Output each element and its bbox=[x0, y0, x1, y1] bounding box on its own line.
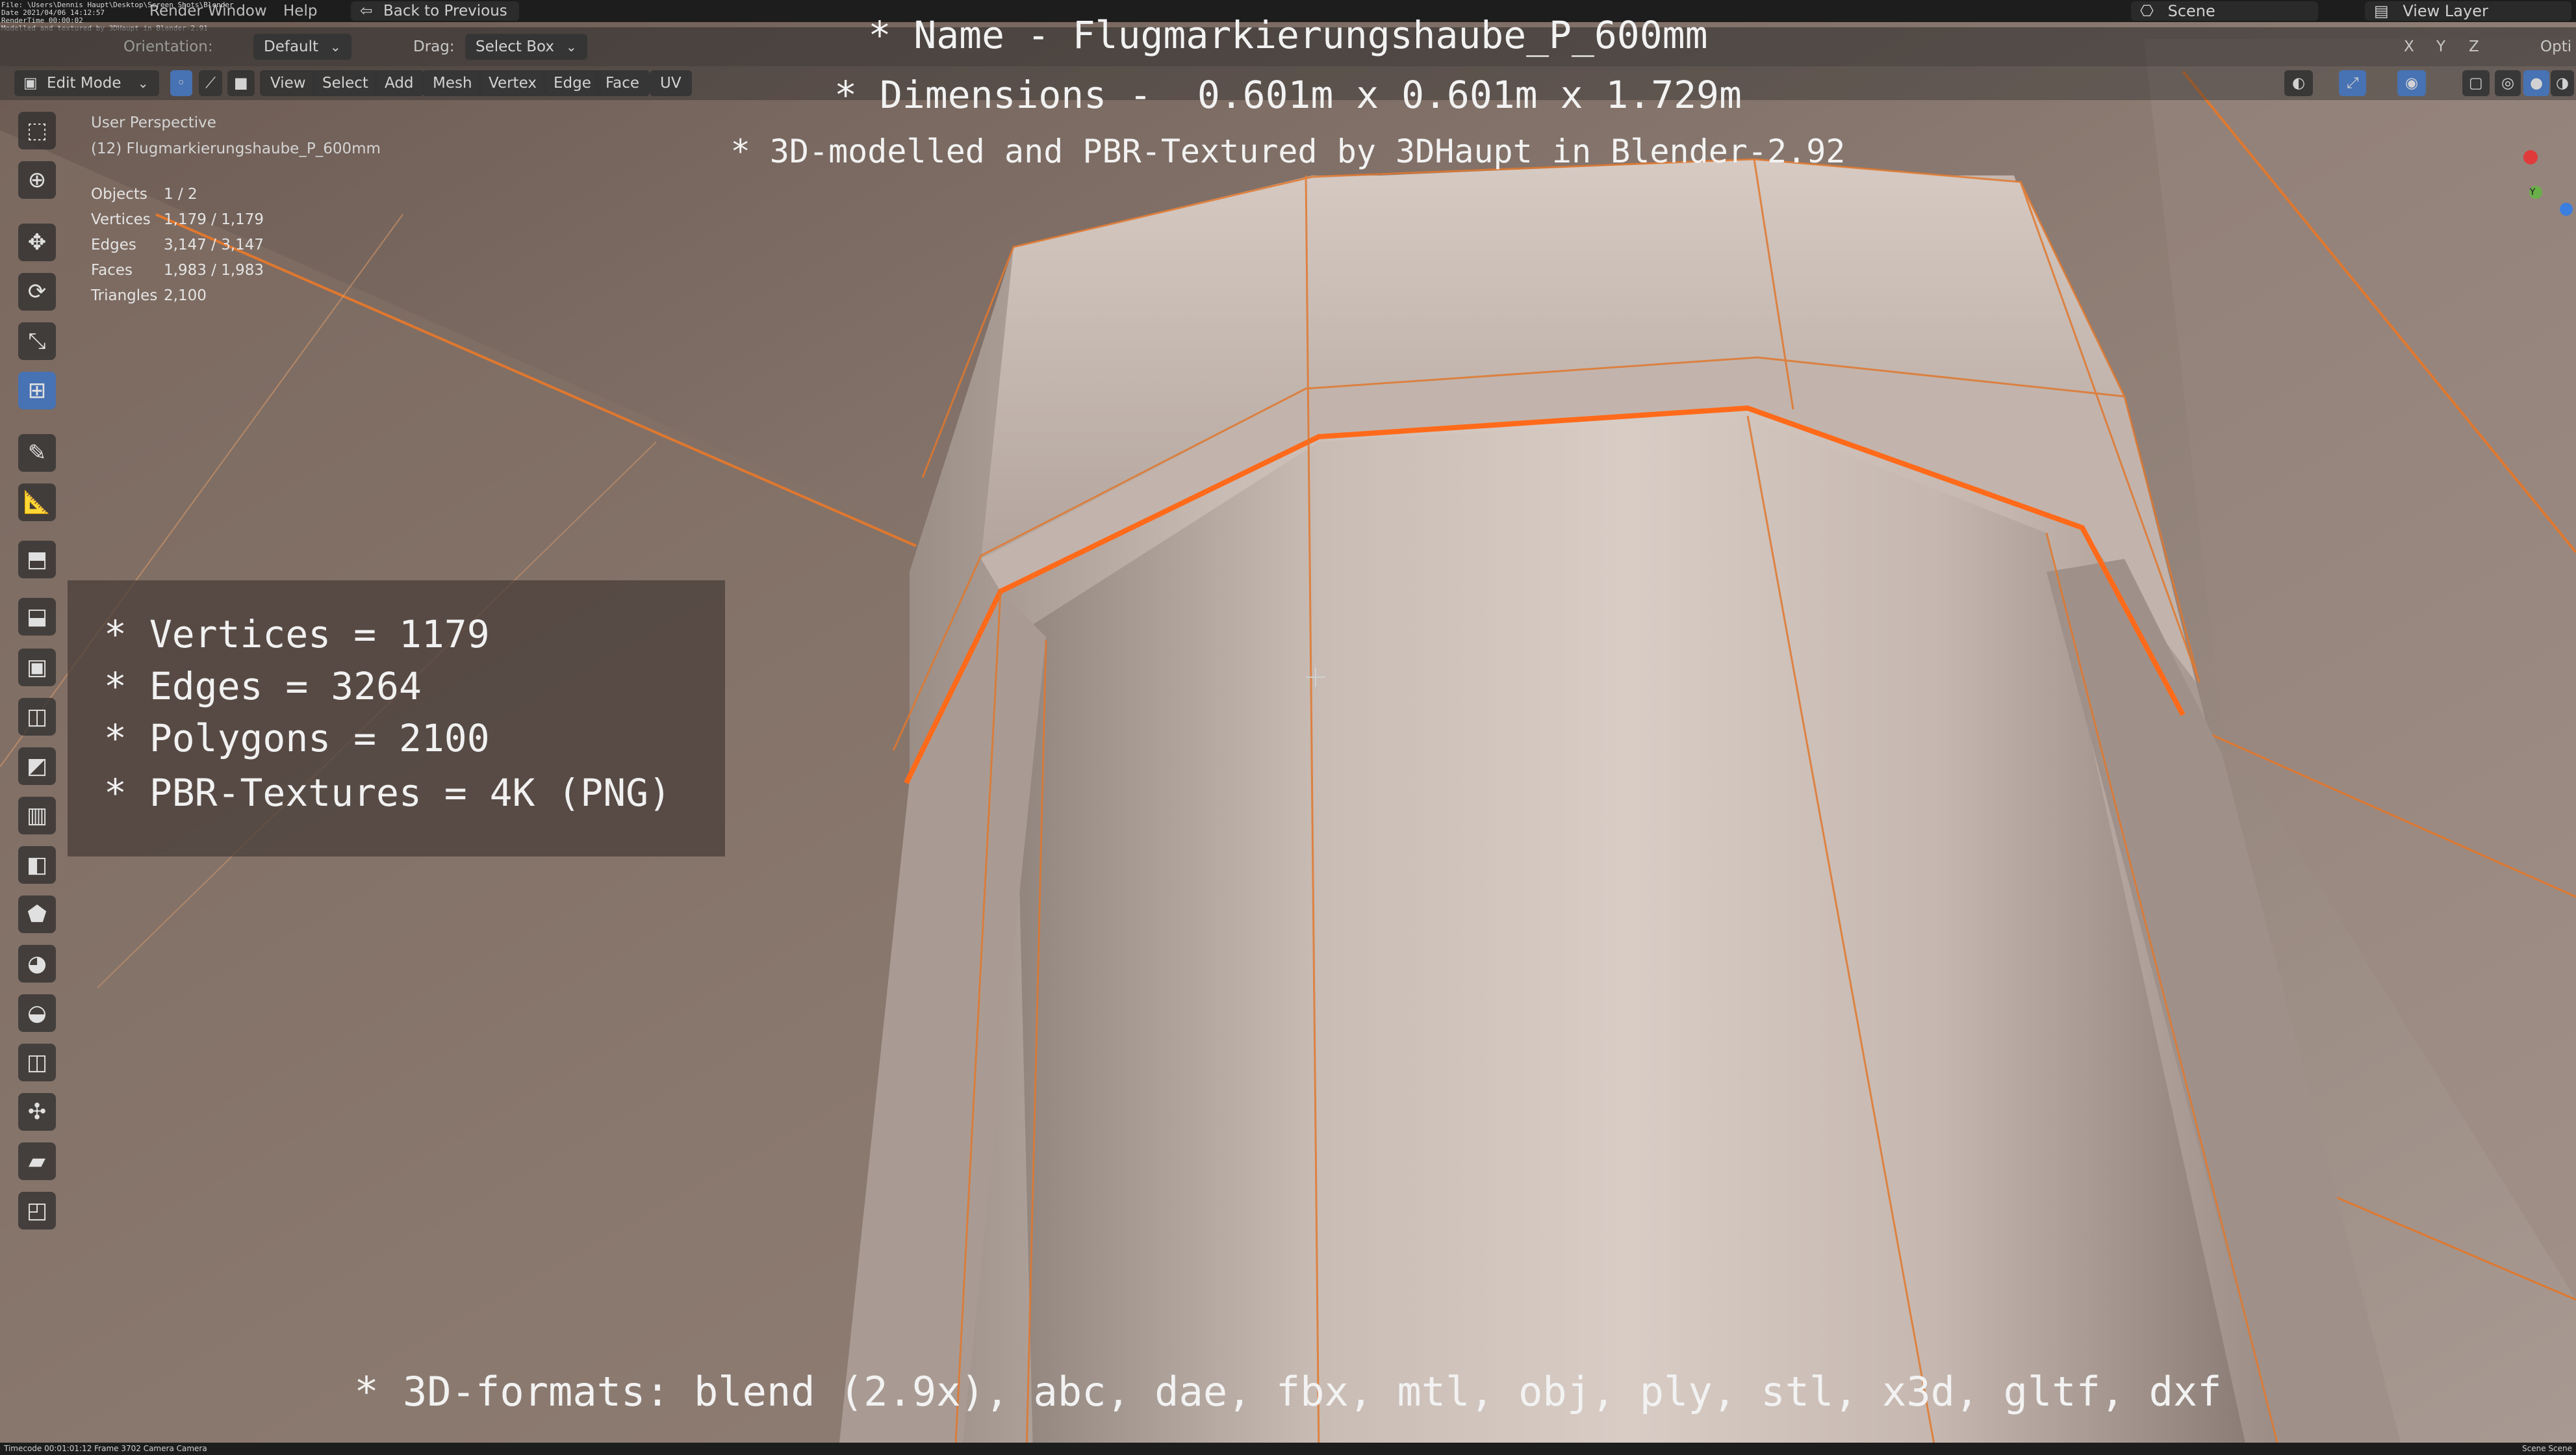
stat-value: 2,100 bbox=[164, 287, 207, 304]
edge-slide-tool-icon[interactable]: ◫ bbox=[18, 1044, 56, 1081]
info-vertices: * Vertices = 1179 bbox=[104, 612, 490, 656]
transform-tool-icon[interactable]: ⊞ bbox=[18, 372, 56, 409]
status-bar: Timecode 00:01:01:12 Frame 3702 Camera C… bbox=[0, 1443, 2576, 1455]
stat-row: Vertices 1,179 / 1,179 bbox=[91, 207, 264, 233]
info-polygons: * Polygons = 2100 bbox=[104, 716, 490, 760]
shrink-fatten-tool-icon[interactable]: ✣ bbox=[18, 1093, 56, 1131]
inset-faces-tool-icon[interactable]: ▣ bbox=[18, 649, 56, 686]
loop-cut-tool-icon[interactable]: ▥ bbox=[18, 797, 56, 834]
info-pbr-textures: * PBR-Textures = 4K (PNG) bbox=[104, 771, 671, 815]
stat-value: 1 / 2 bbox=[164, 186, 198, 203]
status-timecode: Timecode 00:01:01:12 Frame 3702 Camera C… bbox=[4, 1444, 207, 1453]
info-edges: * Edges = 3264 bbox=[104, 664, 422, 708]
scale-tool-icon[interactable]: ⤡ bbox=[18, 322, 56, 360]
overlay-credit-line: * 3D-modelled and PBR-Textured by 3DHaup… bbox=[730, 133, 1846, 170]
poly-build-tool-icon[interactable]: ⬟ bbox=[18, 895, 56, 933]
rotate-tool-icon[interactable]: ⟳ bbox=[18, 273, 56, 311]
move-tool-icon[interactable]: ✥ bbox=[18, 224, 56, 261]
stat-label: Edges bbox=[91, 237, 136, 253]
stat-row: Faces 1,983 / 1,983 bbox=[91, 258, 264, 283]
annotate-tool-icon[interactable]: ✎ bbox=[18, 434, 56, 472]
stat-value: 1,179 / 1,179 bbox=[164, 211, 264, 228]
extrude-region-tool-icon[interactable]: ⬓ bbox=[18, 598, 56, 636]
stat-label: Triangles bbox=[91, 287, 158, 304]
spin-tool-icon[interactable]: ◕ bbox=[18, 945, 56, 983]
measure-tool-icon[interactable]: 📐 bbox=[18, 483, 56, 521]
add-cube-tool-icon[interactable]: ⬒ bbox=[18, 541, 56, 578]
knife-tool-icon[interactable]: ◧ bbox=[18, 846, 56, 884]
stat-label: Faces bbox=[91, 262, 133, 279]
stat-row: Edges 3,147 / 3,147 bbox=[91, 233, 264, 258]
stat-label: Vertices bbox=[91, 211, 151, 228]
smooth-tool-icon[interactable]: ◒ bbox=[18, 994, 56, 1032]
left-toolbar: ⬚ ⊕ ✥ ⟳ ⤡ ⊞ ✎ 📐 ⬒ ⬓ ▣ ◫ ◩ ▥ ◧ ⬟ ◕ ◒ ◫ ✣ … bbox=[8, 112, 68, 1243]
rip-region-tool-icon[interactable]: ◰ bbox=[18, 1192, 56, 1230]
stat-row: Objects 1 / 2 bbox=[91, 182, 264, 207]
stat-row: Triangles 2,100 bbox=[91, 283, 264, 309]
inset-tool-icon[interactable]: ◫ bbox=[18, 698, 56, 736]
overlay-formats-line: * 3D-formats: blend (2.9x), abc, dae, fb… bbox=[354, 1368, 2222, 1415]
overlay-name-line: * Name - Flugmarkierungshaube_P_600mm bbox=[868, 13, 1708, 57]
overlay-dimensions-line: * Dimensions - 0.601m x 0.601m x 1.729m bbox=[834, 73, 1742, 117]
shear-tool-icon[interactable]: ▰ bbox=[18, 1142, 56, 1180]
stat-value: 1,983 / 1,983 bbox=[164, 262, 264, 279]
svg-text:Y: Y bbox=[2529, 187, 2536, 198]
status-scene: Scene Scene bbox=[2522, 1444, 2572, 1453]
stat-label: Objects bbox=[91, 186, 147, 203]
stat-value: 3,147 / 3,147 bbox=[164, 237, 264, 253]
viewport-statistics: Objects 1 / 2 Vertices 1,179 / 1,179 Edges… bbox=[91, 182, 264, 309]
bevel-tool-icon[interactable]: ◩ bbox=[18, 747, 56, 785]
